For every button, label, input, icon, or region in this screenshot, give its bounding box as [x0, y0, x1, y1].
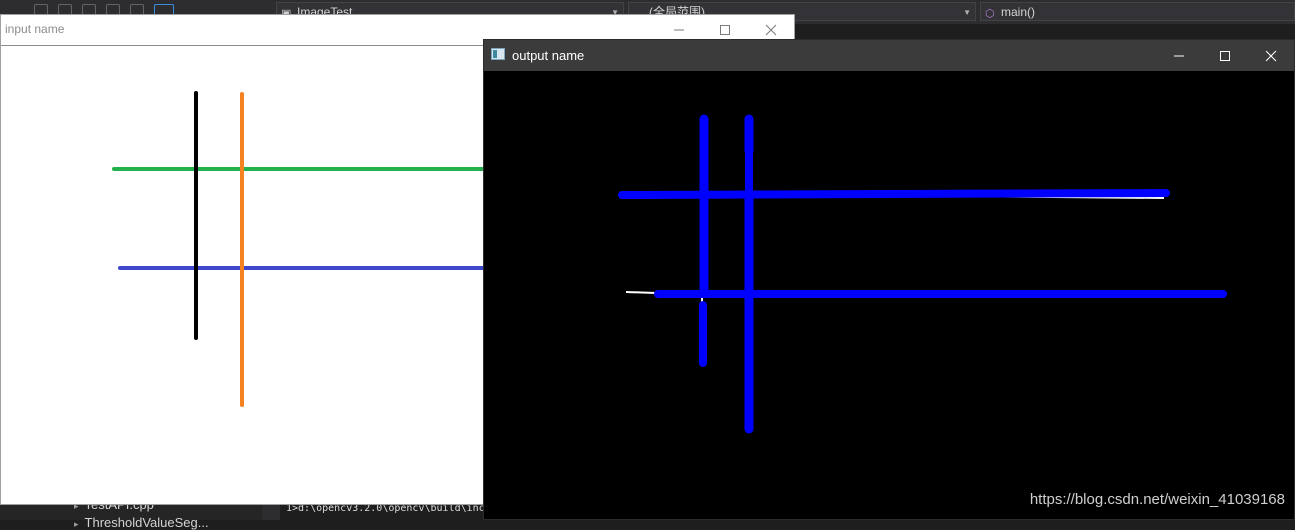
function-dropdown[interactable]: ⬡ main()	[980, 2, 1295, 21]
solution-item-label: ThresholdValueSeg...	[84, 515, 209, 530]
window-app-icon	[491, 48, 505, 60]
minimize-icon	[1174, 55, 1184, 56]
function-cube-icon: ⬡	[985, 8, 995, 20]
input-window-title: input name	[5, 22, 65, 36]
close-icon	[765, 24, 777, 36]
watermark: https://blog.csdn.net/weixin_41039168	[1029, 491, 1285, 508]
detected-lines	[618, 114, 1227, 434]
solution-item[interactable]: ▸ ThresholdValueSeg...	[74, 515, 209, 530]
output-window-title: output name	[512, 48, 585, 63]
output-maximize-button[interactable]	[1202, 40, 1248, 71]
chevron-down-icon: ▼	[963, 8, 971, 17]
maximize-icon	[1220, 50, 1230, 61]
edge-fragment	[625, 291, 657, 294]
close-icon	[1265, 50, 1277, 61]
maximize-icon	[720, 25, 730, 35]
output-window-titlebar[interactable]: output name	[484, 40, 1294, 71]
file-icon: ▸	[74, 519, 79, 529]
output-image	[484, 71, 1294, 519]
output-close-button[interactable]	[1248, 40, 1294, 71]
output-minimize-button[interactable]	[1156, 40, 1202, 71]
minimize-icon	[674, 29, 684, 31]
output-window: output name	[483, 39, 1295, 520]
function-dropdown-label: main()	[1001, 5, 1036, 19]
